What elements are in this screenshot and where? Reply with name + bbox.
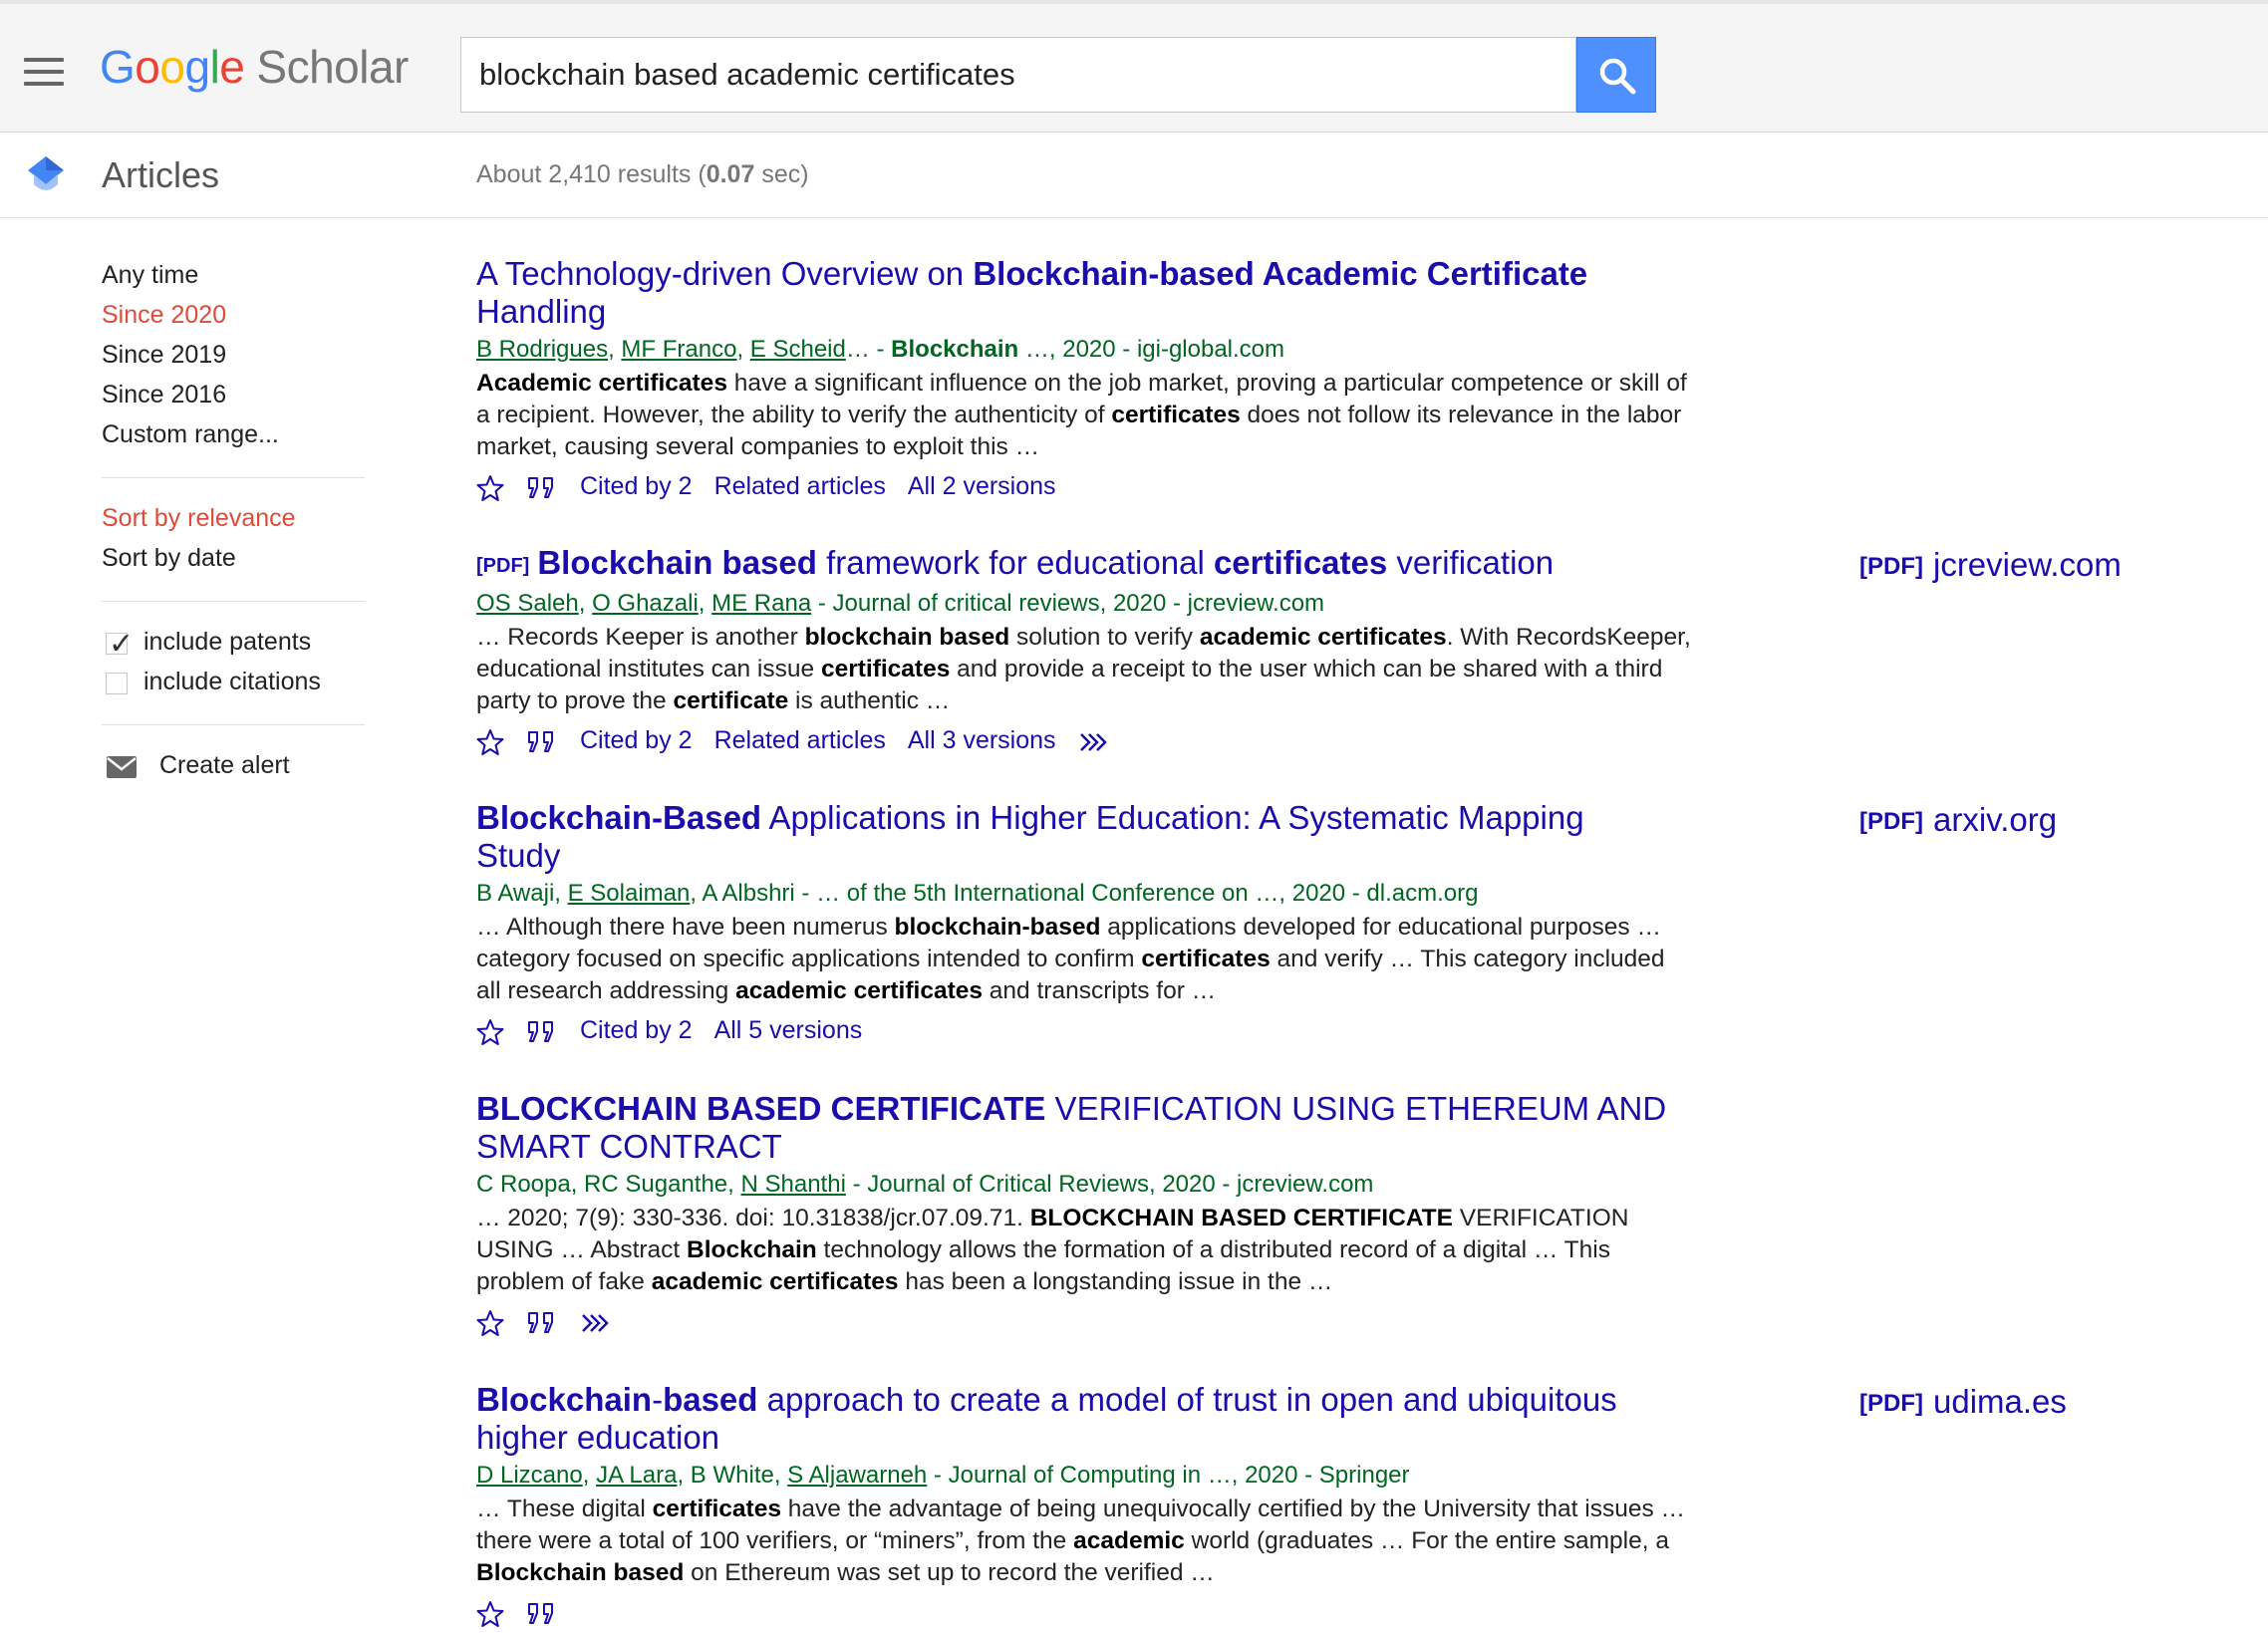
result-actions xyxy=(476,1304,2190,1342)
author-link[interactable]: ME Rana xyxy=(711,590,811,617)
author-link[interactable]: N Shanthi xyxy=(741,1171,846,1198)
divider xyxy=(102,724,365,725)
result-actions: Cited by 2 Related articles All 3 versions xyxy=(476,723,2190,761)
pdf-tag: [PDF] xyxy=(1859,1390,1923,1417)
menu-icon[interactable] xyxy=(24,58,64,86)
author-link[interactable]: JA Lara xyxy=(596,1462,677,1489)
checkmark-icon: ✓ xyxy=(109,628,135,661)
result-title-link[interactable]: A Technology-driven Overview on Blockcha… xyxy=(476,255,1672,331)
cite-quote-icon[interactable] xyxy=(526,470,558,502)
author-link[interactable]: E Solaiman xyxy=(568,880,691,907)
result-stats: About 2,410 results (0.07 sec) xyxy=(476,160,809,188)
save-star-icon[interactable] xyxy=(476,1596,504,1628)
more-options-icon[interactable] xyxy=(1078,724,1110,756)
sort-by-relevance[interactable]: Sort by relevance xyxy=(102,500,365,540)
result-item: BLOCKCHAIN BASED CERTIFICATE VERIFICATIO… xyxy=(476,1090,2190,1342)
pdf-download-link[interactable]: [PDF] jcreview.com xyxy=(1859,546,2122,584)
result-title-link[interactable]: Blockchain-based approach to create a mo… xyxy=(476,1381,1672,1457)
envelope-icon xyxy=(107,756,137,778)
result-authors-venue: B Rodrigues, MF Franco, E Scheid… - Bloc… xyxy=(476,336,1285,363)
include-patents-checkbox[interactable]: ✓ include patents xyxy=(102,624,365,664)
time-filter-since-2019[interactable]: Since 2019 xyxy=(102,337,365,377)
save-star-icon[interactable] xyxy=(476,470,504,502)
time-filter-since-2016[interactable]: Since 2016 xyxy=(102,377,365,416)
time-filter-any-time[interactable]: Any time xyxy=(102,257,365,297)
result-item: [PDF] Blockchain based framework for educ… xyxy=(476,544,2190,761)
result-authors-venue: C Roopa, RC Suganthe, N Shanthi - Journa… xyxy=(476,1171,1374,1198)
search-box xyxy=(460,37,1576,113)
sort-list: Sort by relevance Sort by date xyxy=(102,500,365,580)
cite-quote-icon[interactable] xyxy=(526,1305,558,1337)
result-item: A Technology-driven Overview on Blockcha… xyxy=(476,255,2190,507)
cite-quote-icon[interactable] xyxy=(526,1596,558,1628)
author-link[interactable]: OS Saleh xyxy=(476,590,579,617)
result-title-link[interactable]: [PDF] Blockchain based framework for educ… xyxy=(476,544,1672,585)
cited-by-link[interactable]: Cited by 2 xyxy=(580,1014,693,1046)
result-item: Blockchain-based approach to create a mo… xyxy=(476,1381,2190,1633)
time-filter-list: Any time Since 2020 Since 2019 Since 2016 Cu… xyxy=(102,257,365,456)
related-articles-link[interactable]: Related articles xyxy=(714,470,886,502)
pdf-tag: [PDF] xyxy=(1859,553,1923,580)
related-articles-link[interactable]: Related articles xyxy=(714,724,886,756)
result-authors-venue: D Lizcano, JA Lara, B White, S Aljawarne… xyxy=(476,1462,1410,1489)
search-button[interactable] xyxy=(1576,37,1656,113)
cite-quote-icon[interactable] xyxy=(526,1014,558,1046)
search-icon xyxy=(1599,58,1636,95)
google-scholar-logo[interactable]: Google Scholar xyxy=(100,40,409,94)
cited-by-link[interactable]: Cited by 2 xyxy=(580,470,693,502)
all-versions-link[interactable]: All 5 versions xyxy=(714,1014,863,1046)
include-citations-checkbox[interactable]: include citations xyxy=(102,664,365,703)
top-bar: Google Scholar xyxy=(0,0,2268,133)
cited-by-link[interactable]: Cited by 2 xyxy=(580,724,693,756)
result-snippet: … Although there have been numerus block… xyxy=(476,914,1665,1004)
pdf-host: udima.es xyxy=(1932,1383,2067,1420)
sort-by-date[interactable]: Sort by date xyxy=(102,540,365,580)
divider xyxy=(102,477,365,478)
pdf-tag: [PDF] xyxy=(476,555,530,577)
result-snippet: … Records Keeper is another blockchain b… xyxy=(476,624,1691,714)
sub-header: Articles About 2,410 results (0.07 sec) xyxy=(0,133,2268,218)
author-link[interactable]: S Aljawarneh xyxy=(787,1462,927,1489)
result-actions xyxy=(476,1595,2190,1633)
result-actions: Cited by 2 All 5 versions xyxy=(476,1013,2190,1051)
time-filter-custom-range[interactable]: Custom range... xyxy=(102,416,365,456)
time-filter-since-2020[interactable]: Since 2020 xyxy=(102,297,365,337)
pdf-host: jcreview.com xyxy=(1932,546,2122,583)
author-link[interactable]: B Rodrigues xyxy=(476,336,608,363)
author-link[interactable]: E Scheid xyxy=(750,336,846,363)
filter-sidebar: Any time Since 2020 Since 2019 Since 2016 Cu… xyxy=(102,257,365,787)
more-options-icon[interactable] xyxy=(580,1305,612,1337)
result-snippet: … These digital certificates have the ad… xyxy=(476,1496,1686,1586)
pdf-download-link[interactable]: [PDF] udima.es xyxy=(1859,1383,2067,1421)
save-star-icon[interactable] xyxy=(476,1014,504,1046)
author-link[interactable]: O Ghazali xyxy=(592,590,699,617)
create-alert-link[interactable]: Create alert xyxy=(102,747,365,787)
all-versions-link[interactable]: All 3 versions xyxy=(908,724,1056,756)
result-authors-venue: OS Saleh, O Ghazali, ME Rana - Journal o… xyxy=(476,590,1325,617)
author-link[interactable]: D Lizcano xyxy=(476,1462,583,1489)
result-authors-venue: B Awaji, E Solaiman, A Albshri - … of th… xyxy=(476,880,1479,907)
result-title-link[interactable]: BLOCKCHAIN BASED CERTIFICATE VERIFICATIO… xyxy=(476,1090,1672,1166)
result-item: Blockchain-Based Applications in Higher … xyxy=(476,799,2190,1051)
author-link[interactable]: MF Franco xyxy=(621,336,736,363)
search-input[interactable] xyxy=(479,38,1556,112)
result-actions: Cited by 2 Related articles All 2 versions xyxy=(476,469,2190,507)
result-snippet: … 2020; 7(9): 330-336. doi: 10.31838/jcr… xyxy=(476,1205,1629,1295)
save-star-icon[interactable] xyxy=(476,724,504,756)
save-star-icon[interactable] xyxy=(476,1305,504,1337)
pdf-host: arxiv.org xyxy=(1932,801,2058,838)
result-title-link[interactable]: Blockchain-Based Applications in Higher … xyxy=(476,799,1672,875)
cite-quote-icon[interactable] xyxy=(526,724,558,756)
pdf-tag: [PDF] xyxy=(1859,808,1923,835)
divider xyxy=(102,601,365,602)
result-snippet: Academic certificates have a significant… xyxy=(476,370,1687,460)
graduation-cap-icon[interactable] xyxy=(24,154,68,198)
section-title: Articles xyxy=(102,154,220,195)
all-versions-link[interactable]: All 2 versions xyxy=(908,470,1056,502)
pdf-download-link[interactable]: [PDF] arxiv.org xyxy=(1859,801,2057,839)
